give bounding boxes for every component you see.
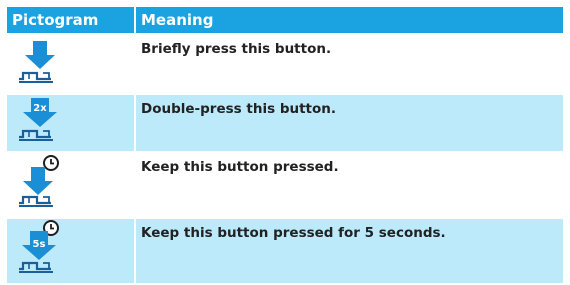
table-row: Briefly press this button.: [7, 34, 563, 95]
meaning-text: Keep this button pressed for 5 seconds.: [135, 218, 563, 285]
header-pictogram: Pictogram: [7, 7, 136, 35]
header-meaning: Meaning: [135, 7, 563, 35]
table-row: 2x Double-press this button.: [7, 94, 563, 153]
meaning-text: Briefly press this button.: [135, 34, 563, 95]
meaning-text: Keep this button pressed.: [135, 152, 563, 219]
double-press-badge: 2x: [33, 103, 47, 114]
pictogram-table-container: Pictogram Meaning Briefly press this but…: [7, 7, 563, 285]
pictogram-cell: 2x: [7, 94, 136, 153]
pictogram-cell: [7, 152, 136, 219]
double-press-button-icon: 2x: [19, 98, 57, 141]
pictogram-table: Pictogram Meaning Briefly press this but…: [7, 7, 563, 285]
pictogram-cell: 5s: [7, 218, 136, 285]
clock-icon: [43, 155, 59, 171]
table-header-row: Pictogram Meaning: [7, 7, 563, 35]
table-row: 5s Keep this button pressed for 5 second…: [7, 218, 563, 285]
hold-5s-button-icon: 5s: [19, 220, 59, 273]
hold-button-icon: [19, 155, 59, 207]
hold-duration-badge: 5s: [33, 239, 46, 250]
press-button-icon: [19, 41, 55, 83]
table-row: Keep this button pressed.: [7, 152, 563, 219]
pictogram-cell: [7, 34, 136, 95]
meaning-text: Double-press this button.: [135, 94, 563, 153]
